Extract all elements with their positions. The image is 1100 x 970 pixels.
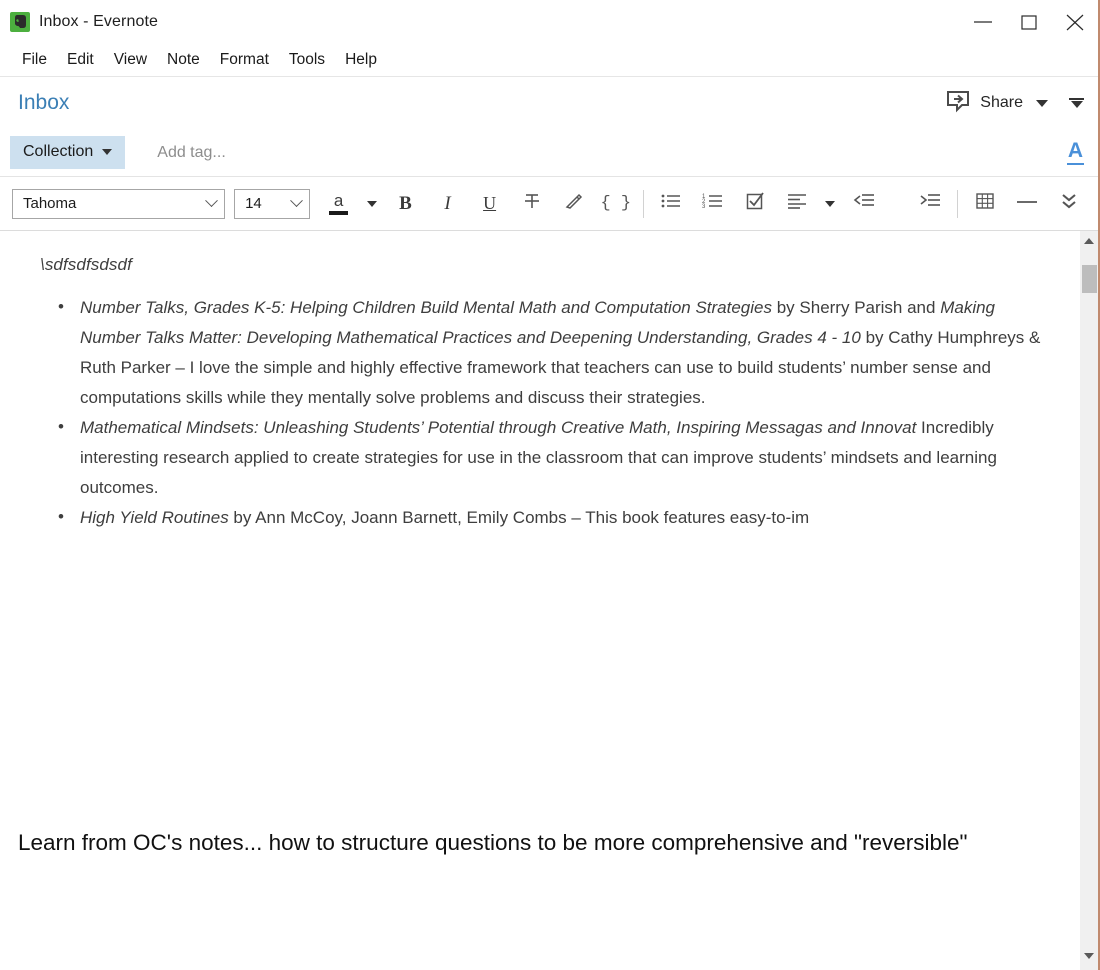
menu-view[interactable]: View	[104, 48, 157, 72]
scrollbar-track[interactable]	[1080, 251, 1098, 970]
menu-help[interactable]: Help	[335, 48, 387, 72]
toolbar-separator	[956, 189, 958, 218]
underline-glyph: U	[483, 193, 497, 213]
collection-button[interactable]: Collection	[10, 136, 126, 169]
text-color-dropdown-button[interactable]	[360, 184, 385, 224]
horizontal-rule-icon	[1015, 195, 1039, 213]
menu-tools[interactable]: Tools	[279, 48, 335, 72]
toolbar-separator	[642, 189, 644, 218]
underline-button[interactable]: U	[469, 184, 511, 224]
maximize-button[interactable]	[1006, 0, 1052, 44]
font-size-select[interactable]: 14	[234, 188, 310, 219]
menu-file[interactable]: File	[12, 48, 57, 72]
bold-glyph: B	[399, 192, 412, 214]
insert-table-button[interactable]	[964, 184, 1006, 224]
svg-text:3: 3	[702, 204, 706, 210]
caret-down-icon	[102, 149, 113, 155]
checkbox-button[interactable]	[734, 184, 776, 224]
formatting-toolbar: Tahoma 14 a B I U {} 1 2 3	[0, 177, 1098, 231]
evernote-elephant-icon	[10, 12, 30, 32]
title-bar: Inbox - Evernote	[0, 0, 1098, 44]
decrease-indent-button[interactable]	[843, 184, 885, 224]
strikethrough-icon	[522, 191, 542, 216]
window-controls	[960, 0, 1098, 44]
list-item[interactable]: Mathematical Mindsets: Unleashing Studen…	[58, 412, 1050, 503]
bulleted-list-icon	[660, 192, 682, 215]
share-dropdown-caret-down-icon[interactable]	[1036, 99, 1048, 107]
double-chevron-down-icon	[1059, 191, 1079, 216]
increase-indent-button[interactable]	[909, 184, 951, 224]
text-color-swatch	[329, 211, 349, 215]
share-label: Share	[980, 94, 1023, 111]
note-first-line[interactable]: \sdfsdfsdsdf	[40, 255, 1050, 275]
note-more-options-icon[interactable]	[1069, 97, 1084, 109]
evernote-window: Inbox - Evernote File Edit View Note For…	[0, 0, 1100, 970]
menu-bar: File Edit View Note Format Tools Help	[0, 44, 1098, 77]
scroll-down-arrow-icon[interactable]	[1080, 946, 1098, 966]
italic-button[interactable]: I	[426, 184, 468, 224]
menu-edit[interactable]: Edit	[57, 48, 104, 72]
note-editor[interactable]: \sdfsdfsdsdf Number Talks, Grades K-5: H…	[0, 231, 1080, 970]
code-braces-icon: { }	[600, 194, 632, 213]
font-family-select[interactable]: Tahoma	[12, 188, 226, 219]
bullet-segment: High Yield Routines	[80, 508, 229, 527]
note-title[interactable]: Inbox	[18, 91, 69, 115]
increase-indent-icon	[919, 192, 941, 215]
decrease-indent-icon	[853, 192, 875, 215]
note-header-actions: Share	[941, 87, 1084, 120]
menu-note[interactable]: Note	[157, 48, 210, 72]
font-size-value: 14	[245, 195, 262, 212]
bullet-segment: Number Talks, Grades K-5: Helping Childr…	[80, 298, 772, 317]
numbered-list-icon: 1 2 3	[702, 192, 724, 215]
scroll-up-arrow-icon[interactable]	[1080, 231, 1098, 251]
menu-format[interactable]: Format	[210, 48, 279, 72]
code-block-button[interactable]: { }	[595, 184, 637, 224]
text-color-button[interactable]: a	[318, 184, 360, 224]
close-button[interactable]	[1052, 0, 1098, 44]
share-icon	[945, 89, 971, 118]
horizontal-rule-button[interactable]	[1006, 184, 1048, 224]
bold-button[interactable]: B	[384, 184, 426, 224]
text-color-letter: a	[333, 191, 344, 210]
share-button[interactable]: Share	[941, 87, 1027, 120]
bullet-segment: by Sherry Parish and	[772, 298, 941, 317]
add-tag-input[interactable]: Add tag...	[157, 144, 226, 162]
highlighter-pen-icon	[563, 191, 585, 216]
list-item[interactable]: High Yield Routines by Ann McCoy, Joann …	[58, 502, 1050, 533]
collection-label: Collection	[23, 143, 94, 160]
list-item[interactable]: Number Talks, Grades K-5: Helping Childr…	[58, 292, 1050, 413]
editor-area: \sdfsdfsdsdf Number Talks, Grades K-5: H…	[0, 231, 1098, 970]
note-bottom-paragraph[interactable]: Learn from OC's notes... how to structur…	[18, 823, 1040, 862]
minimize-button[interactable]	[960, 0, 1006, 44]
bullet-segment: Mathematical Mindsets: Unleashing Studen…	[80, 418, 917, 437]
strikethrough-button[interactable]	[511, 184, 553, 224]
tag-bar: Collection Add tag... A	[0, 129, 1098, 177]
caret-down-icon	[367, 200, 377, 207]
checkbox-icon	[745, 191, 765, 216]
note-header: Inbox Share	[0, 77, 1098, 129]
more-formatting-button[interactable]	[1048, 184, 1090, 224]
caret-down-icon	[825, 200, 836, 207]
chevron-down-icon	[289, 194, 303, 208]
table-grid-icon	[975, 191, 995, 216]
highlight-button[interactable]	[553, 184, 595, 224]
note-bullet-list[interactable]: Number Talks, Grades K-5: Helping Childr…	[58, 292, 1050, 533]
bulleted-list-button[interactable]	[650, 184, 692, 224]
chevron-down-icon	[205, 194, 218, 208]
align-left-button[interactable]	[776, 184, 818, 224]
bullet-segment: by Ann McCoy, Joann Barnett, Emily Combs…	[228, 508, 810, 527]
font-family-value: Tahoma	[23, 195, 77, 212]
italic-glyph: I	[444, 192, 451, 214]
numbered-list-button[interactable]: 1 2 3	[692, 184, 734, 224]
text-formatting-toggle-button[interactable]: A	[1066, 140, 1084, 165]
scrollbar-thumb[interactable]	[1082, 265, 1097, 293]
editor-scrollbar[interactable]	[1080, 231, 1098, 970]
window-title: Inbox - Evernote	[39, 13, 158, 30]
align-dropdown-button[interactable]	[818, 184, 843, 224]
align-left-icon	[786, 192, 808, 215]
